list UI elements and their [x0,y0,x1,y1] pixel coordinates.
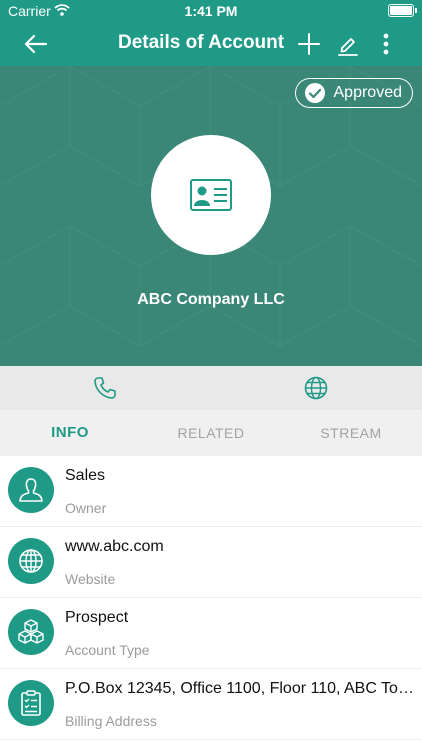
status-badge: Approved [294,78,413,108]
field-label: Owner [65,500,107,516]
edit-icon[interactable] [334,30,362,58]
field-value: www.abc.com [65,538,164,555]
list-item-billing-address[interactable]: P.O.Box 12345, Office 1100, Floor 110, A… [0,669,422,740]
clipboard-icon [8,680,54,726]
back-arrow-icon[interactable] [22,30,50,58]
tab-info[interactable]: INFO [0,410,140,456]
globe-icon [8,538,54,584]
account-fields-list: Sales Owner www.abc.com Website Prospect… [0,456,422,740]
phone-icon[interactable] [92,375,118,401]
boxes-icon [8,609,54,655]
add-icon[interactable] [295,30,323,58]
check-circle-icon [304,82,326,104]
status-bar: Carrier 1:41 PM [0,0,422,22]
list-item-website[interactable]: www.abc.com Website [0,527,422,598]
user-icon [8,467,54,513]
company-name: ABC Company LLC [137,291,285,308]
list-item-owner[interactable]: Sales Owner [0,456,422,527]
status-time: 1:41 PM [184,3,238,19]
page-title: Details of Account [118,32,285,53]
field-label: Account Type [65,642,150,658]
quick-actions-bar [0,366,422,410]
field-value: Prospect [65,609,129,626]
more-options-icon[interactable] [372,30,400,58]
account-header: Approved ABC Company LLC [0,66,422,366]
field-value: P.O.Box 12345, Office 1100, Floor 110, A… [65,680,415,697]
contact-card-icon [190,179,232,211]
battery-icon [388,4,417,17]
field-value: Sales [65,467,106,484]
status-badge-label: Approved [333,84,403,101]
account-avatar [151,135,271,255]
tab-stream[interactable]: STREAM [281,410,421,456]
nav-bar: Details of Account [0,22,422,66]
field-label: Website [65,571,116,587]
list-item-account-type[interactable]: Prospect Account Type [0,598,422,669]
tab-related[interactable]: RELATED [141,410,281,456]
field-label: Billing Address [65,713,157,729]
globe-icon[interactable] [303,375,329,401]
tab-bar: INFO RELATED STREAM [0,410,422,456]
